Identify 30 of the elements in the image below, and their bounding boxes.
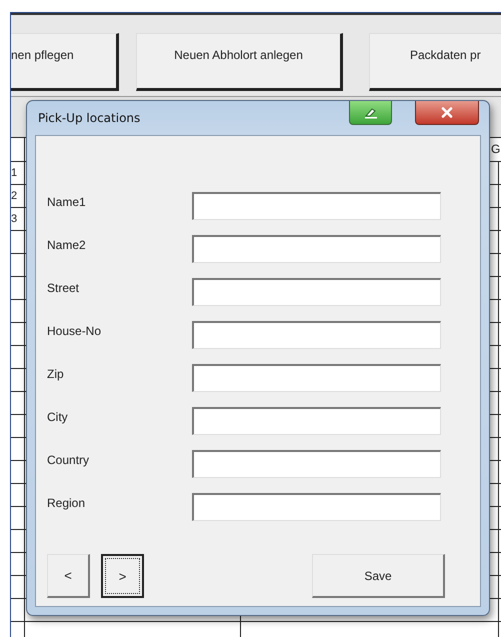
input-field[interactable] bbox=[192, 235, 441, 263]
input-field[interactable] bbox=[192, 493, 441, 521]
input-field[interactable] bbox=[192, 192, 441, 220]
toolbar-button[interactable]: Packdaten pr bbox=[369, 33, 501, 91]
save-button[interactable]: Save bbox=[312, 554, 445, 598]
window-title: Pick-Up locations bbox=[38, 111, 142, 125]
field-label: Region bbox=[47, 496, 86, 510]
field-label: Street bbox=[47, 281, 80, 295]
input-field[interactable] bbox=[192, 364, 441, 392]
field-label: House-No bbox=[47, 324, 102, 338]
close-button[interactable] bbox=[415, 101, 479, 125]
toolbar-button[interactable]: Neuen Abholort anlegen bbox=[136, 33, 343, 91]
toolbar-button[interactable]: nen pflegen bbox=[11, 33, 119, 91]
field-label: City bbox=[47, 410, 69, 424]
minimize-button[interactable] bbox=[349, 101, 392, 125]
input-field[interactable] bbox=[192, 450, 441, 478]
row-header: 3 bbox=[11, 213, 18, 225]
input-field[interactable] bbox=[192, 321, 441, 349]
close-icon bbox=[441, 107, 453, 118]
nav-button[interactable]: > bbox=[101, 554, 144, 598]
input-field[interactable] bbox=[192, 407, 441, 435]
input-field[interactable] bbox=[192, 278, 441, 306]
nav-button[interactable]: < bbox=[47, 554, 90, 598]
row-header: 2 bbox=[11, 190, 18, 202]
field-label: Name1 bbox=[47, 195, 87, 209]
field-label: Country bbox=[47, 453, 90, 467]
eraser-icon bbox=[364, 106, 378, 118]
row-header: 1 bbox=[11, 167, 18, 179]
field-label: Name2 bbox=[47, 238, 87, 252]
field-label: Zip bbox=[47, 367, 65, 381]
